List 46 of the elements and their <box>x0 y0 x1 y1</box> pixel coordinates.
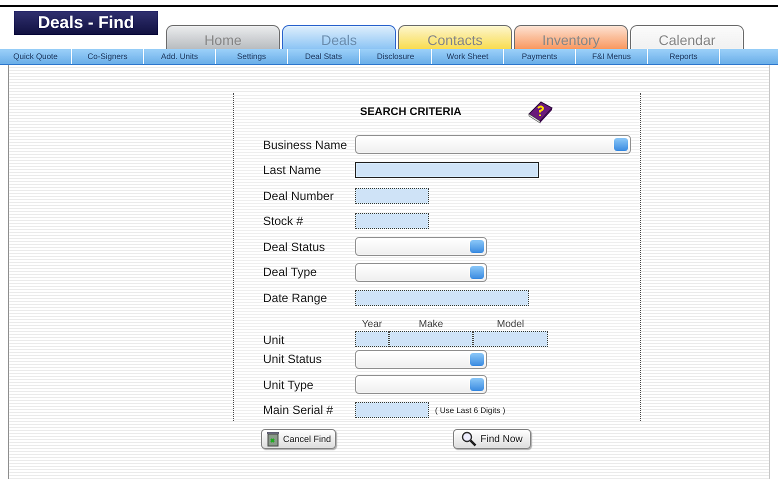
page-title: Deals - Find <box>14 11 158 35</box>
magnifier-icon <box>461 431 478 447</box>
subnav-item[interactable]: Payments <box>504 49 576 64</box>
subnav-item[interactable]: Add. Units <box>144 49 216 64</box>
subnav-item[interactable]: F&I Menus <box>576 49 648 64</box>
subnav-item[interactable]: Quick Quote <box>0 49 72 64</box>
input-field[interactable] <box>355 162 539 178</box>
input-field[interactable] <box>389 330 473 346</box>
nav-tab[interactable]: Calendar <box>630 25 744 49</box>
dropdown-field[interactable] <box>355 375 487 394</box>
input-field[interactable] <box>355 290 529 306</box>
dropdown-field[interactable] <box>355 350 487 369</box>
column-header: Make <box>418 318 444 330</box>
form-title: SEARCH CRITERIA <box>360 106 462 118</box>
dropdown-field[interactable] <box>355 135 631 154</box>
field-label: Unit Type <box>263 378 314 392</box>
field-label: Last Name <box>263 163 322 178</box>
input-field[interactable] <box>355 188 429 204</box>
column-header: Model <box>496 318 526 330</box>
input-field[interactable] <box>355 402 429 418</box>
dropdown-field[interactable] <box>355 237 487 256</box>
field-label: Deal Number <box>263 188 335 203</box>
subnav-item[interactable]: Deal Stats <box>288 49 360 64</box>
find-button[interactable]: Find Now <box>453 429 532 449</box>
field-label: Unit Status <box>263 352 323 366</box>
field-label: Main Serial # <box>263 403 334 418</box>
field-label: Stock # <box>263 214 304 228</box>
subnav-item[interactable]: Disclosure <box>360 49 432 64</box>
field-label: Business Name <box>263 138 348 152</box>
input-field[interactable] <box>355 330 389 346</box>
input-field[interactable] <box>473 330 548 346</box>
field-label: Date Range <box>263 290 328 305</box>
field-label: Deal Type <box>263 265 318 280</box>
subnav-item[interactable]: Reports <box>648 49 720 64</box>
trash-can-icon <box>266 431 280 447</box>
input-field[interactable] <box>355 213 429 230</box>
subnav-item[interactable]: Co-Signers <box>72 49 144 64</box>
dropdown-field[interactable] <box>355 262 487 282</box>
cancel-button[interactable]: Cancel Find <box>261 429 336 449</box>
subnav-item[interactable]: Work Sheet <box>432 49 504 64</box>
subnav-item[interactable]: Settings <box>216 49 288 64</box>
field-label: Deal Status <box>263 240 326 254</box>
field-label: Unit <box>263 332 286 346</box>
help-book-icon[interactable] <box>527 100 554 124</box>
column-header: Year <box>360 318 384 330</box>
hint-text: ( Use Last 6 Digits ) <box>435 406 506 415</box>
